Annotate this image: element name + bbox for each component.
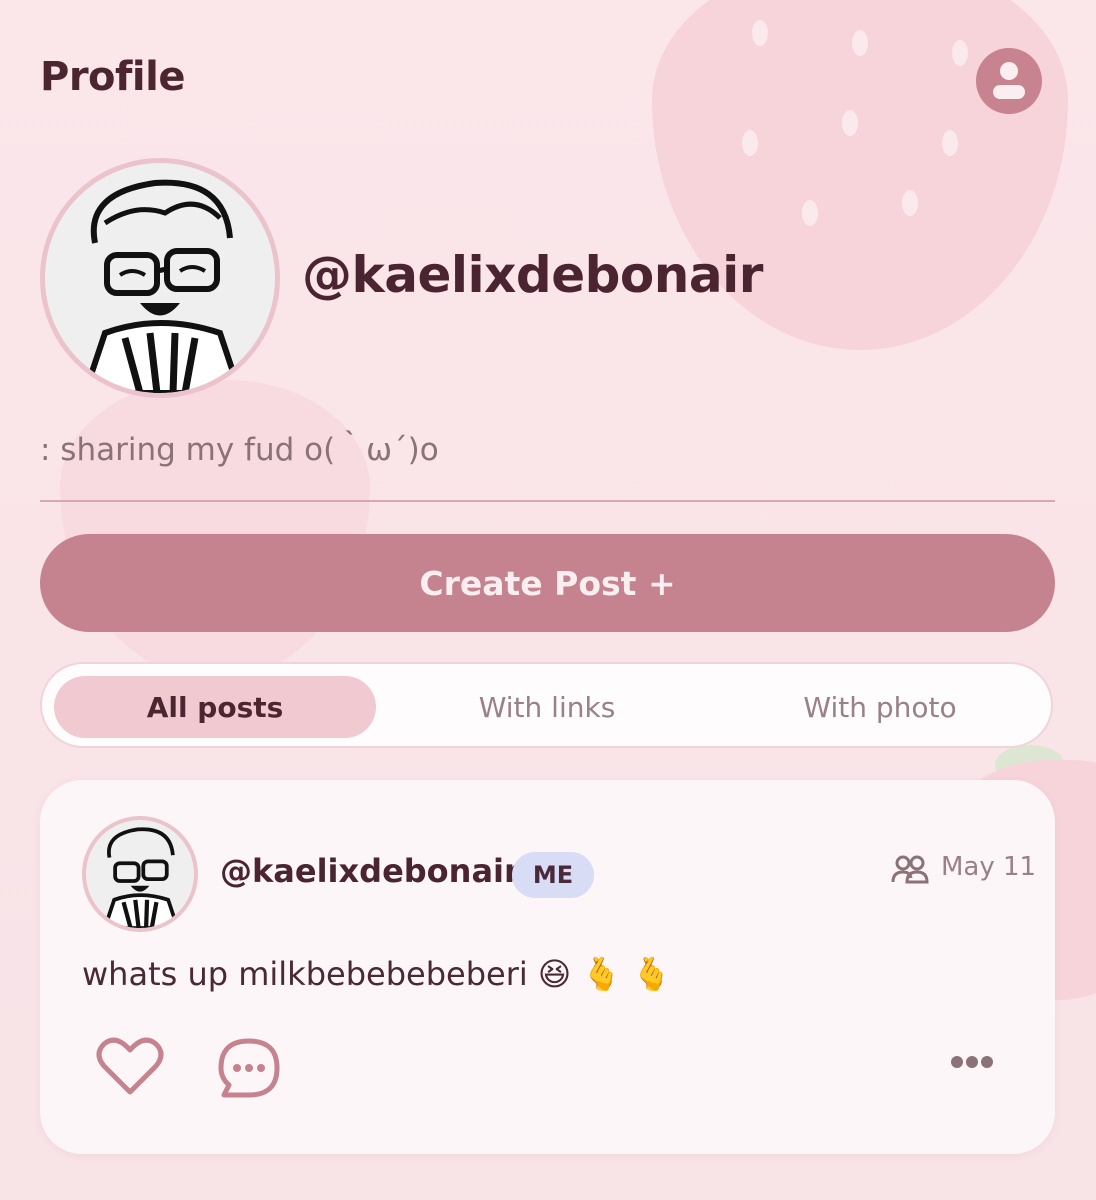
post-text: whats up milkbebebebeberi 😆 🫰 🫰	[82, 955, 672, 993]
heart-icon	[96, 1037, 164, 1095]
avatar-illustration-icon	[102, 827, 180, 928]
like-button[interactable]	[96, 1036, 164, 1100]
create-post-button[interactable]: Create Post +	[40, 534, 1055, 632]
comment-bubble-icon	[218, 1038, 280, 1098]
page-title: Profile	[40, 54, 185, 100]
more-dots-icon	[951, 1056, 993, 1068]
profile-avatar[interactable]	[40, 158, 280, 398]
divider	[40, 500, 1055, 502]
account-button[interactable]	[976, 48, 1042, 114]
profile-bio: : sharing my fud o(｀ω´)o	[40, 432, 439, 468]
more-options-button[interactable]	[948, 1048, 996, 1080]
profile-username: @kaelixdebonair	[302, 246, 763, 304]
tab-with-photo[interactable]: With photo	[714, 676, 1046, 738]
me-badge: ME	[512, 852, 594, 898]
friends-icon	[891, 855, 929, 884]
post-date: May 11	[941, 852, 1037, 882]
account-circle-icon	[993, 62, 1025, 99]
comment-button[interactable]	[216, 1036, 282, 1104]
tab-with-links[interactable]: With links	[382, 676, 712, 738]
post-author-avatar[interactable]	[82, 816, 198, 932]
post-filter-tabs: All posts With links With photo	[40, 662, 1053, 748]
avatar-illustration-icon	[81, 179, 244, 393]
tab-all-posts[interactable]: All posts	[54, 676, 376, 738]
post-author-username[interactable]: @kaelixdebonair	[220, 852, 520, 890]
